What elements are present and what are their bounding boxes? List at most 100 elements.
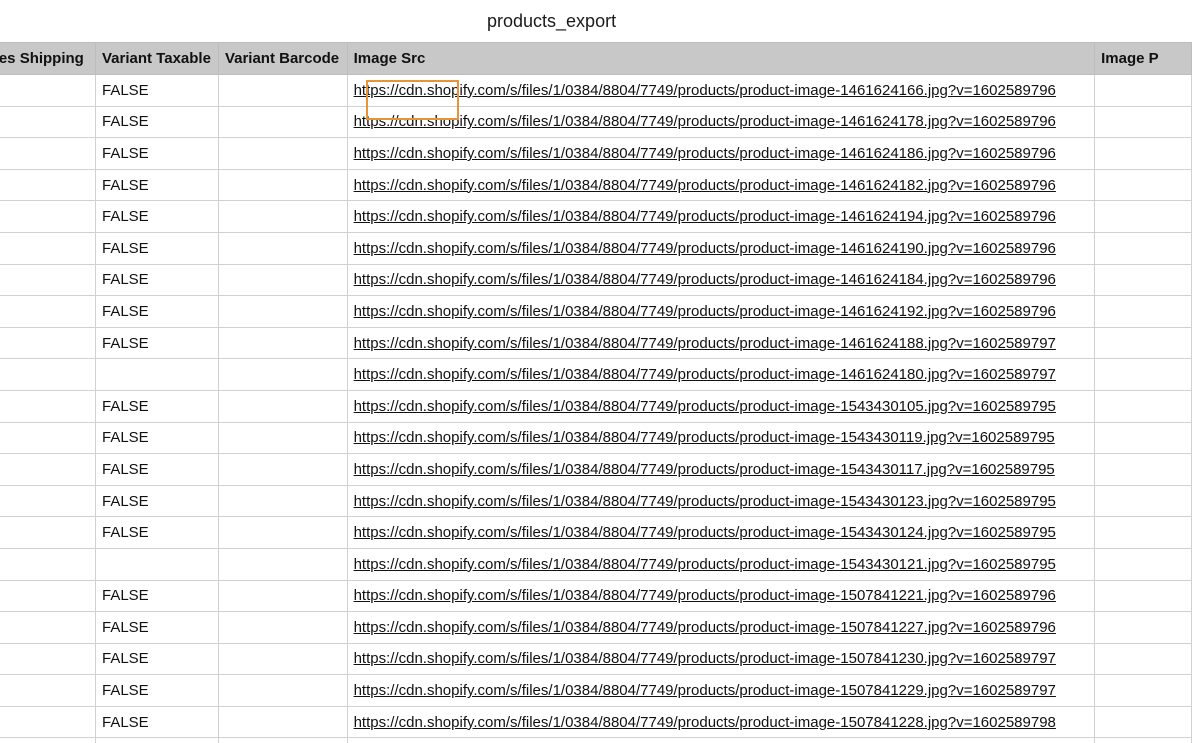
cell-variant-taxable[interactable]: FALSE	[94, 295, 219, 328]
cell-variant-taxable[interactable]	[94, 358, 219, 391]
cell-requires-shipping[interactable]	[0, 231, 96, 265]
cell-variant-taxable[interactable]	[94, 737, 219, 743]
cell-variant-taxable[interactable]: FALSE	[94, 453, 219, 486]
cell-variant-taxable[interactable]	[94, 547, 219, 581]
cell-image-position[interactable]	[1094, 516, 1192, 549]
cell-variant-barcode[interactable]	[217, 737, 348, 743]
cell-variant-barcode[interactable]	[217, 547, 348, 581]
cell-variant-barcode[interactable]	[217, 200, 348, 233]
column-header-requires-shipping[interactable]: res Shipping	[0, 42, 96, 75]
cell-variant-barcode[interactable]	[217, 516, 348, 549]
cell-variant-taxable[interactable]: FALSE	[94, 105, 219, 139]
cell-image-position[interactable]	[1094, 200, 1192, 233]
cell-image-position[interactable]	[1094, 389, 1192, 423]
cell-variant-taxable[interactable]: FALSE	[94, 579, 219, 613]
cell-variant-barcode[interactable]	[217, 674, 348, 707]
cell-image-position[interactable]	[1094, 453, 1192, 486]
cell-variant-barcode[interactable]	[217, 74, 348, 107]
cell-variant-taxable[interactable]: FALSE	[94, 326, 219, 360]
cell-requires-shipping[interactable]	[0, 516, 96, 549]
cell-requires-shipping[interactable]	[0, 579, 96, 613]
cell-image-position[interactable]	[1094, 295, 1192, 328]
cell-variant-taxable[interactable]: FALSE	[94, 263, 219, 297]
cell-requires-shipping[interactable]	[0, 611, 96, 644]
cell-variant-barcode[interactable]	[217, 326, 348, 360]
cell-image-src[interactable]: https://cdn.shopify.com/s/files/1/0384/8…	[346, 547, 1096, 581]
column-header-variant-barcode[interactable]: Variant Barcode	[217, 42, 348, 75]
cell-image-src[interactable]	[346, 737, 1096, 743]
cell-image-position[interactable]	[1094, 74, 1192, 107]
cell-image-src[interactable]: https://cdn.shopify.com/s/files/1/0384/8…	[346, 74, 1096, 107]
cell-requires-shipping[interactable]	[0, 737, 96, 743]
cell-variant-barcode[interactable]	[217, 642, 348, 676]
cell-image-position[interactable]	[1094, 579, 1192, 613]
cell-variant-taxable[interactable]: FALSE	[94, 611, 219, 644]
cell-variant-taxable[interactable]: FALSE	[94, 421, 219, 455]
cell-image-src[interactable]: https://cdn.shopify.com/s/files/1/0384/8…	[346, 231, 1096, 265]
cell-image-position[interactable]	[1094, 105, 1192, 139]
cell-variant-barcode[interactable]	[217, 611, 348, 644]
cell-image-position[interactable]	[1094, 326, 1192, 360]
cell-variant-barcode[interactable]	[217, 295, 348, 328]
cell-image-position[interactable]	[1094, 137, 1192, 170]
cell-image-position[interactable]	[1094, 705, 1192, 739]
cell-variant-barcode[interactable]	[217, 579, 348, 613]
column-header-image-position[interactable]: Image P	[1094, 42, 1192, 75]
cell-image-position[interactable]	[1094, 737, 1192, 743]
cell-image-src[interactable]: https://cdn.shopify.com/s/files/1/0384/8…	[346, 705, 1096, 739]
cell-image-src[interactable]: https://cdn.shopify.com/s/files/1/0384/8…	[346, 105, 1096, 139]
cell-image-src[interactable]: https://cdn.shopify.com/s/files/1/0384/8…	[346, 453, 1096, 486]
cell-image-src[interactable]: https://cdn.shopify.com/s/files/1/0384/8…	[346, 642, 1096, 676]
cell-variant-barcode[interactable]	[217, 231, 348, 265]
cell-requires-shipping[interactable]	[0, 453, 96, 486]
cell-image-position[interactable]	[1094, 642, 1192, 676]
cell-variant-taxable[interactable]: FALSE	[94, 389, 219, 423]
cell-image-src[interactable]: https://cdn.shopify.com/s/files/1/0384/8…	[346, 484, 1096, 518]
cell-image-src[interactable]: https://cdn.shopify.com/s/files/1/0384/8…	[346, 421, 1096, 455]
cell-variant-barcode[interactable]	[217, 105, 348, 139]
cell-variant-barcode[interactable]	[217, 137, 348, 170]
cell-image-position[interactable]	[1094, 421, 1192, 455]
cell-image-position[interactable]	[1094, 484, 1192, 518]
cell-variant-taxable[interactable]: FALSE	[94, 642, 219, 676]
cell-variant-barcode[interactable]	[217, 389, 348, 423]
cell-image-position[interactable]	[1094, 263, 1192, 297]
cell-image-src[interactable]: https://cdn.shopify.com/s/files/1/0384/8…	[346, 295, 1096, 328]
cell-requires-shipping[interactable]	[0, 137, 96, 170]
cell-requires-shipping[interactable]	[0, 358, 96, 391]
cell-requires-shipping[interactable]	[0, 105, 96, 139]
cell-image-position[interactable]	[1094, 168, 1192, 202]
cell-requires-shipping[interactable]	[0, 674, 96, 707]
cell-requires-shipping[interactable]	[0, 168, 96, 202]
cell-image-src[interactable]: https://cdn.shopify.com/s/files/1/0384/8…	[346, 168, 1096, 202]
cell-variant-taxable[interactable]: FALSE	[94, 168, 219, 202]
cell-image-src[interactable]: https://cdn.shopify.com/s/files/1/0384/8…	[346, 611, 1096, 644]
cell-image-position[interactable]	[1094, 231, 1192, 265]
cell-image-src[interactable]: https://cdn.shopify.com/s/files/1/0384/8…	[346, 579, 1096, 613]
cell-image-src[interactable]: https://cdn.shopify.com/s/files/1/0384/8…	[346, 358, 1096, 391]
cell-requires-shipping[interactable]	[0, 326, 96, 360]
cell-variant-taxable[interactable]: FALSE	[94, 74, 219, 107]
cell-requires-shipping[interactable]	[0, 705, 96, 739]
cell-requires-shipping[interactable]	[0, 642, 96, 676]
cell-variant-taxable[interactable]: FALSE	[94, 516, 219, 549]
cell-variant-taxable[interactable]: FALSE	[94, 200, 219, 233]
cell-variant-barcode[interactable]	[217, 705, 348, 739]
cell-variant-taxable[interactable]: FALSE	[94, 705, 219, 739]
cell-image-position[interactable]	[1094, 547, 1192, 581]
cell-requires-shipping[interactable]	[0, 295, 96, 328]
cell-variant-taxable[interactable]: FALSE	[94, 484, 219, 518]
cell-image-src[interactable]: https://cdn.shopify.com/s/files/1/0384/8…	[346, 263, 1096, 297]
cell-image-src[interactable]: https://cdn.shopify.com/s/files/1/0384/8…	[346, 326, 1096, 360]
cell-variant-barcode[interactable]	[217, 484, 348, 518]
cell-variant-barcode[interactable]	[217, 358, 348, 391]
cell-requires-shipping[interactable]	[0, 547, 96, 581]
cell-variant-barcode[interactable]	[217, 421, 348, 455]
cell-variant-barcode[interactable]	[217, 453, 348, 486]
cell-image-position[interactable]	[1094, 674, 1192, 707]
cell-variant-taxable[interactable]: FALSE	[94, 231, 219, 265]
cell-variant-barcode[interactable]	[217, 168, 348, 202]
cell-image-src[interactable]: https://cdn.shopify.com/s/files/1/0384/8…	[346, 674, 1096, 707]
cell-variant-taxable[interactable]: FALSE	[94, 674, 219, 707]
cell-image-position[interactable]	[1094, 358, 1192, 391]
